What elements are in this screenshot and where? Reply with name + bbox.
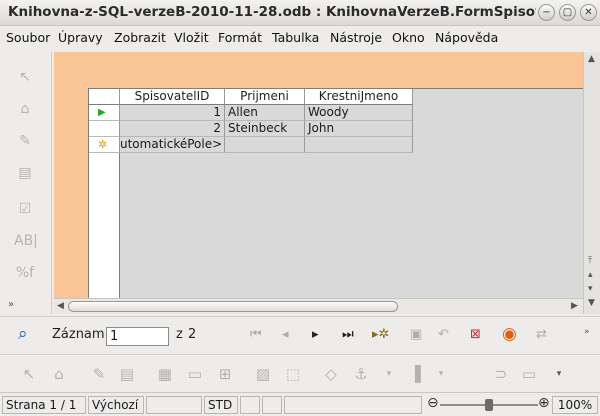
checkbox-icon[interactable]: ☑ bbox=[14, 198, 36, 220]
tab-order-icon[interactable]: ▭ bbox=[184, 363, 206, 385]
status-language bbox=[146, 396, 202, 414]
menu-vlozit[interactable]: Vložit bbox=[174, 30, 209, 45]
form-properties-icon[interactable]: ▤ bbox=[14, 162, 36, 184]
record-total: 2 bbox=[188, 327, 197, 342]
previous-record-icon[interactable]: ◂ bbox=[282, 327, 289, 342]
add-field-icon[interactable]: ⊞ bbox=[214, 363, 236, 385]
menu-okno[interactable]: Okno bbox=[392, 30, 425, 45]
first-record-icon[interactable]: ⏮ bbox=[250, 327, 262, 342]
status-modified bbox=[262, 396, 282, 414]
position-size-icon[interactable]: ⬚ bbox=[282, 363, 304, 385]
of-label: z bbox=[176, 327, 183, 342]
maximize-button[interactable]: ▢ bbox=[559, 4, 576, 21]
menu-bar: Soubor Úpravy Zobrazit Vložit Formát Tab… bbox=[0, 26, 600, 50]
form-navigator-icon[interactable]: ▦ bbox=[154, 363, 176, 385]
cell-krestnijmeno[interactable]: Woody bbox=[305, 105, 413, 121]
group-icon[interactable]: ◇ bbox=[320, 363, 342, 385]
cell-prijmeni[interactable]: Steinbeck bbox=[225, 121, 305, 137]
refresh-control-icon[interactable]: ⇄ bbox=[536, 327, 547, 342]
new-row-cell-prijmeni[interactable] bbox=[225, 137, 305, 153]
alignment-dropdown-icon[interactable]: ▾ bbox=[430, 363, 452, 385]
next-record-icon[interactable]: ▸ bbox=[312, 327, 319, 342]
design-mode-icon[interactable]: ⌂ bbox=[48, 363, 70, 385]
new-record-icon[interactable]: ▸✲ bbox=[372, 327, 389, 342]
menu-upravy[interactable]: Úpravy bbox=[58, 30, 103, 45]
scroll-up-icon[interactable]: ▲ bbox=[588, 54, 595, 64]
select-arrow-icon[interactable]: ↖ bbox=[14, 66, 36, 88]
select-arrow-icon[interactable]: ↖ bbox=[18, 363, 40, 385]
zoom-slider-thumb[interactable] bbox=[485, 399, 493, 411]
minimize-button[interactable]: − bbox=[538, 4, 555, 21]
new-record-star-icon[interactable]: ✲ bbox=[89, 137, 120, 153]
scroll-top-icon[interactable]: ⤒ bbox=[588, 256, 592, 266]
cell-spisovatelid[interactable]: 1 bbox=[120, 105, 225, 121]
table-grid[interactable]: SpisovatelID Prijmeni KrestniJmeno ▶ 1 A… bbox=[88, 88, 584, 300]
expand-chevron-icon[interactable]: » bbox=[584, 327, 590, 337]
horizontal-scrollbar[interactable]: ◀ ▶ bbox=[54, 298, 583, 314]
guides-icon[interactable]: ▭ bbox=[518, 363, 540, 385]
zoom-in-icon[interactable]: ⊕ bbox=[538, 395, 550, 411]
menu-format[interactable]: Formát bbox=[218, 30, 262, 45]
find-record-icon[interactable]: ⌕ bbox=[18, 324, 28, 344]
menu-zobrazit[interactable]: Zobrazit bbox=[114, 30, 166, 45]
window-title: Knihovna-z-SQL-verzeB-2010-11-28.odb : K… bbox=[8, 4, 536, 20]
menu-tabulka[interactable]: Tabulka bbox=[272, 30, 319, 45]
new-row-cell-krestnijmeno[interactable] bbox=[305, 137, 413, 153]
refresh-icon[interactable]: ◉ bbox=[502, 324, 517, 344]
magnet-snap-icon[interactable]: ⊃ bbox=[490, 363, 512, 385]
scroll-left-icon[interactable]: ◀ bbox=[57, 301, 64, 311]
cell-spisovatelid[interactable]: 2 bbox=[120, 121, 225, 137]
close-button[interactable]: ✕ bbox=[580, 4, 597, 21]
column-header-spisovatelid[interactable]: SpisovatelID bbox=[120, 89, 225, 105]
zoom-level[interactable]: 100% bbox=[552, 396, 598, 414]
current-record-arrow-icon[interactable]: ▶ bbox=[89, 105, 120, 121]
column-header-prijmeni[interactable]: Prijmeni bbox=[225, 89, 305, 105]
scroll-down-icon[interactable]: ▼ bbox=[588, 298, 595, 308]
form-controls-toolbar: ↖ ⌂ ✎ ▤ ☑ AB| %f » bbox=[0, 52, 52, 314]
window-titlebar: Knihovna-z-SQL-verzeB-2010-11-28.odb : K… bbox=[0, 0, 600, 26]
form-design-toolbar: ↖ ⌂ ✎ ▤ ▦ ▭ ⊞ ▨ ⬚ ◇ ⚓ ▾ ▐ ▾ ⊃ ▭ ▾ bbox=[0, 354, 600, 392]
record-navigation-bar: ⌕ Záznam 1 z 2 ⏮ ◂ ▸ ⏭ ▸✲ ▣ ↶ ⊠ ◉ ⇄ » bbox=[0, 316, 600, 354]
menu-nastroje[interactable]: Nástroje bbox=[330, 30, 382, 45]
row-header[interactable] bbox=[89, 121, 120, 137]
scroll-right-icon[interactable]: ▶ bbox=[571, 301, 578, 311]
status-mode[interactable]: STD bbox=[204, 396, 238, 414]
scroll-page-down-icon[interactable]: ▾ bbox=[588, 284, 593, 294]
control-wizard-icon[interactable]: ✎ bbox=[14, 130, 36, 152]
menu-soubor[interactable]: Soubor bbox=[6, 30, 50, 45]
expand-chevron-icon[interactable]: » bbox=[4, 294, 18, 316]
save-record-icon[interactable]: ▣ bbox=[410, 327, 422, 342]
status-bar: Strana 1 / 1 Výchozí STD ⊖ ⊕ 100% bbox=[0, 392, 600, 416]
record-label: Záznam bbox=[52, 327, 105, 342]
anchor-icon[interactable]: ⚓ bbox=[350, 363, 372, 385]
alignment-icon[interactable]: ▐ bbox=[404, 363, 426, 385]
open-in-design-icon[interactable]: ▨ bbox=[252, 363, 274, 385]
design-mode-icon[interactable]: ⌂ bbox=[14, 98, 36, 120]
control-wizard-icon[interactable]: ✎ bbox=[88, 363, 110, 385]
zoom-out-icon[interactable]: ⊖ bbox=[427, 395, 439, 411]
last-record-icon[interactable]: ⏭ bbox=[342, 327, 354, 342]
text-field-icon[interactable]: AB| bbox=[14, 230, 38, 252]
anchor-dropdown-icon[interactable]: ▾ bbox=[378, 363, 400, 385]
cell-krestnijmeno[interactable]: John bbox=[305, 121, 413, 137]
toolbar-options-icon[interactable]: ▾ bbox=[548, 363, 570, 385]
record-number-input[interactable]: 1 bbox=[106, 327, 169, 346]
form-properties-icon[interactable]: ▤ bbox=[116, 363, 138, 385]
status-selection bbox=[240, 396, 260, 414]
status-style[interactable]: Výchozí bbox=[88, 396, 144, 414]
scroll-page-up-icon[interactable]: ▴ bbox=[588, 270, 593, 280]
status-page: Strana 1 / 1 bbox=[2, 396, 86, 414]
cell-prijmeni[interactable]: Allen bbox=[225, 105, 305, 121]
status-info bbox=[284, 396, 422, 414]
formatted-field-icon[interactable]: %f bbox=[14, 262, 36, 284]
new-row-autofield[interactable]: utomatickéPole> bbox=[120, 137, 225, 153]
undo-icon[interactable]: ↶ bbox=[438, 327, 449, 342]
horizontal-scroll-thumb[interactable] bbox=[68, 301, 398, 312]
vertical-scrollbar[interactable]: ▲ ⤒ ▴ ▾ ▼ bbox=[583, 52, 600, 314]
menu-napoveda[interactable]: Nápověda bbox=[435, 30, 498, 45]
grid-corner bbox=[89, 89, 120, 105]
delete-record-icon[interactable]: ⊠ bbox=[470, 327, 481, 342]
column-header-krestnijmeno[interactable]: KrestniJmeno bbox=[305, 89, 413, 105]
